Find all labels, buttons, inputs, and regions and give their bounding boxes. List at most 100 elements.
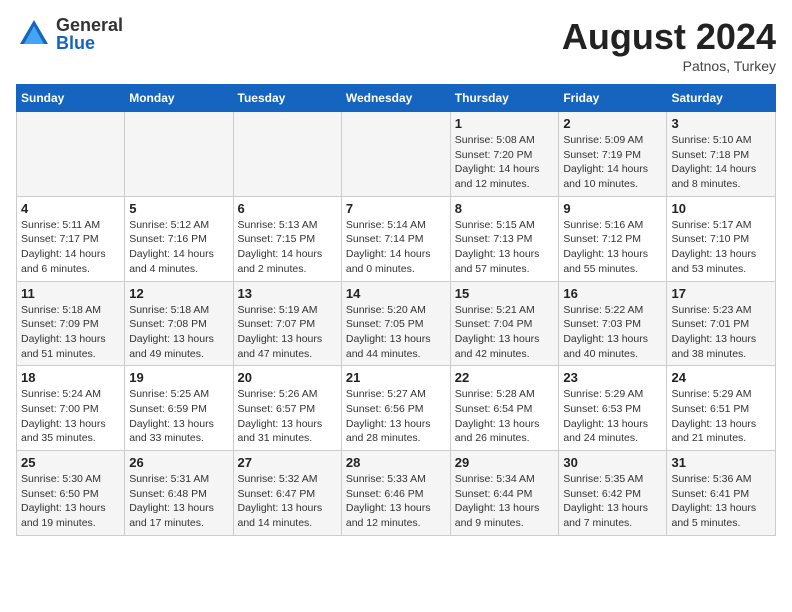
calendar-cell: 7 Sunrise: 5:14 AM Sunset: 7:14 PM Daylig… xyxy=(341,196,450,281)
day-info: Sunrise: 5:08 AM Sunset: 7:20 PM Dayligh… xyxy=(455,133,555,192)
day-info: Sunrise: 5:13 AM Sunset: 7:15 PM Dayligh… xyxy=(238,218,337,277)
day-number: 9 xyxy=(563,201,662,216)
week-row-1: 1 Sunrise: 5:08 AM Sunset: 7:20 PM Daylig… xyxy=(17,112,776,197)
day-number: 24 xyxy=(671,370,771,385)
day-info: Sunrise: 5:32 AM Sunset: 6:47 PM Dayligh… xyxy=(238,472,337,531)
calendar-cell: 27 Sunrise: 5:32 AM Sunset: 6:47 PM Dayli… xyxy=(233,451,341,536)
calendar-cell: 30Sunrise: 5:35 AM Sunset: 6:42 PM Dayli… xyxy=(559,451,667,536)
calendar-cell: 6 Sunrise: 5:13 AM Sunset: 7:15 PM Daylig… xyxy=(233,196,341,281)
header-day-tuesday: Tuesday xyxy=(233,85,341,112)
day-number: 29 xyxy=(455,455,555,470)
day-info: Sunrise: 5:18 AM Sunset: 7:08 PM Dayligh… xyxy=(129,303,228,362)
day-number: 4 xyxy=(21,201,120,216)
header-day-sunday: Sunday xyxy=(17,85,125,112)
day-number: 15 xyxy=(455,286,555,301)
day-number: 26 xyxy=(129,455,228,470)
day-info: Sunrise: 5:17 AM Sunset: 7:10 PM Dayligh… xyxy=(671,218,771,277)
header-day-saturday: Saturday xyxy=(667,85,776,112)
header-day-thursday: Thursday xyxy=(450,85,559,112)
day-number: 21 xyxy=(346,370,446,385)
day-number: 25 xyxy=(21,455,120,470)
week-row-2: 4 Sunrise: 5:11 AM Sunset: 7:17 PM Daylig… xyxy=(17,196,776,281)
page-header: General Blue August 2024 Patnos, Turkey xyxy=(16,16,776,74)
day-number: 16 xyxy=(563,286,662,301)
day-info: Sunrise: 5:36 AM Sunset: 6:41 PM Dayligh… xyxy=(671,472,771,531)
day-number: 1 xyxy=(455,116,555,131)
day-info: Sunrise: 5:12 AM Sunset: 7:16 PM Dayligh… xyxy=(129,218,228,277)
calendar-cell: 5 Sunrise: 5:12 AM Sunset: 7:16 PM Daylig… xyxy=(125,196,233,281)
logo-icon xyxy=(16,16,52,52)
day-info: Sunrise: 5:18 AM Sunset: 7:09 PM Dayligh… xyxy=(21,303,120,362)
logo: General Blue xyxy=(16,16,123,52)
calendar-cell: 18Sunrise: 5:24 AM Sunset: 7:00 PM Dayli… xyxy=(17,366,125,451)
day-number: 3 xyxy=(671,116,771,131)
logo-blue: Blue xyxy=(56,34,123,52)
day-number: 2 xyxy=(563,116,662,131)
day-info: Sunrise: 5:35 AM Sunset: 6:42 PM Dayligh… xyxy=(563,472,662,531)
day-info: Sunrise: 5:30 AM Sunset: 6:50 PM Dayligh… xyxy=(21,472,120,531)
calendar-cell: 17 Sunrise: 5:23 AM Sunset: 7:01 PM Dayli… xyxy=(667,281,776,366)
day-number: 6 xyxy=(238,201,337,216)
calendar-header: SundayMondayTuesdayWednesdayThursdayFrid… xyxy=(17,85,776,112)
calendar-cell: 14 Sunrise: 5:20 AM Sunset: 7:05 PM Dayli… xyxy=(341,281,450,366)
calendar-cell: 12 Sunrise: 5:18 AM Sunset: 7:08 PM Dayli… xyxy=(125,281,233,366)
calendar-cell: 4 Sunrise: 5:11 AM Sunset: 7:17 PM Daylig… xyxy=(17,196,125,281)
day-number: 17 xyxy=(671,286,771,301)
calendar-cell: 16 Sunrise: 5:22 AM Sunset: 7:03 PM Dayli… xyxy=(559,281,667,366)
day-number: 19 xyxy=(129,370,228,385)
calendar-cell xyxy=(125,112,233,197)
calendar-cell: 24Sunrise: 5:29 AM Sunset: 6:51 PM Dayli… xyxy=(667,366,776,451)
day-info: Sunrise: 5:33 AM Sunset: 6:46 PM Dayligh… xyxy=(346,472,446,531)
calendar-cell: 15 Sunrise: 5:21 AM Sunset: 7:04 PM Dayli… xyxy=(450,281,559,366)
calendar-cell: 29Sunrise: 5:34 AM Sunset: 6:44 PM Dayli… xyxy=(450,451,559,536)
day-info: Sunrise: 5:23 AM Sunset: 7:01 PM Dayligh… xyxy=(671,303,771,362)
calendar-cell: 19 Sunrise: 5:25 AM Sunset: 6:59 PM Dayli… xyxy=(125,366,233,451)
calendar-cell: 13 Sunrise: 5:19 AM Sunset: 7:07 PM Dayli… xyxy=(233,281,341,366)
day-info: Sunrise: 5:29 AM Sunset: 6:53 PM Dayligh… xyxy=(563,387,662,446)
day-number: 7 xyxy=(346,201,446,216)
week-row-4: 18Sunrise: 5:24 AM Sunset: 7:00 PM Dayli… xyxy=(17,366,776,451)
day-info: Sunrise: 5:24 AM Sunset: 7:00 PM Dayligh… xyxy=(21,387,120,446)
day-number: 8 xyxy=(455,201,555,216)
calendar-cell xyxy=(341,112,450,197)
day-info: Sunrise: 5:25 AM Sunset: 6:59 PM Dayligh… xyxy=(129,387,228,446)
calendar-table: SundayMondayTuesdayWednesdayThursdayFrid… xyxy=(16,84,776,536)
calendar-cell: 23 Sunrise: 5:29 AM Sunset: 6:53 PM Dayli… xyxy=(559,366,667,451)
day-number: 12 xyxy=(129,286,228,301)
day-info: Sunrise: 5:14 AM Sunset: 7:14 PM Dayligh… xyxy=(346,218,446,277)
day-info: Sunrise: 5:15 AM Sunset: 7:13 PM Dayligh… xyxy=(455,218,555,277)
day-number: 28 xyxy=(346,455,446,470)
calendar-cell: 3 Sunrise: 5:10 AM Sunset: 7:18 PM Daylig… xyxy=(667,112,776,197)
day-number: 31 xyxy=(671,455,771,470)
day-info: Sunrise: 5:16 AM Sunset: 7:12 PM Dayligh… xyxy=(563,218,662,277)
calendar-cell: 25 Sunrise: 5:30 AM Sunset: 6:50 PM Dayli… xyxy=(17,451,125,536)
week-row-3: 11 Sunrise: 5:18 AM Sunset: 7:09 PM Dayli… xyxy=(17,281,776,366)
day-number: 5 xyxy=(129,201,228,216)
title-block: August 2024 Patnos, Turkey xyxy=(562,16,776,74)
day-number: 20 xyxy=(238,370,337,385)
day-number: 11 xyxy=(21,286,120,301)
day-info: Sunrise: 5:26 AM Sunset: 6:57 PM Dayligh… xyxy=(238,387,337,446)
day-info: Sunrise: 5:21 AM Sunset: 7:04 PM Dayligh… xyxy=(455,303,555,362)
calendar-cell: 21Sunrise: 5:27 AM Sunset: 6:56 PM Dayli… xyxy=(341,366,450,451)
header-day-monday: Monday xyxy=(125,85,233,112)
day-number: 13 xyxy=(238,286,337,301)
logo-general: General xyxy=(56,16,123,34)
day-info: Sunrise: 5:11 AM Sunset: 7:17 PM Dayligh… xyxy=(21,218,120,277)
logo-text: General Blue xyxy=(56,16,123,52)
calendar-cell: 22Sunrise: 5:28 AM Sunset: 6:54 PM Dayli… xyxy=(450,366,559,451)
calendar-cell: 11 Sunrise: 5:18 AM Sunset: 7:09 PM Dayli… xyxy=(17,281,125,366)
calendar-cell: 1 Sunrise: 5:08 AM Sunset: 7:20 PM Daylig… xyxy=(450,112,559,197)
day-info: Sunrise: 5:20 AM Sunset: 7:05 PM Dayligh… xyxy=(346,303,446,362)
day-info: Sunrise: 5:19 AM Sunset: 7:07 PM Dayligh… xyxy=(238,303,337,362)
day-info: Sunrise: 5:10 AM Sunset: 7:18 PM Dayligh… xyxy=(671,133,771,192)
calendar-cell: 28 Sunrise: 5:33 AM Sunset: 6:46 PM Dayli… xyxy=(341,451,450,536)
day-number: 14 xyxy=(346,286,446,301)
calendar-body: 1 Sunrise: 5:08 AM Sunset: 7:20 PM Daylig… xyxy=(17,112,776,536)
day-info: Sunrise: 5:22 AM Sunset: 7:03 PM Dayligh… xyxy=(563,303,662,362)
month-year: August 2024 xyxy=(562,16,776,58)
location: Patnos, Turkey xyxy=(562,58,776,74)
day-number: 23 xyxy=(563,370,662,385)
day-number: 22 xyxy=(455,370,555,385)
day-number: 27 xyxy=(238,455,337,470)
